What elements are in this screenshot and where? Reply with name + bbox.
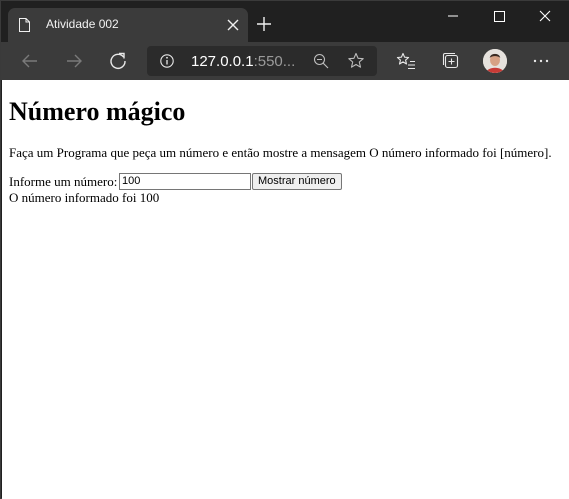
tab-atividade-002[interactable]: Atividade 002 xyxy=(8,8,248,42)
profile-photo-icon xyxy=(483,49,507,73)
browser-window: Atividade 002 127.0.0.1:550... Número má… xyxy=(0,0,569,499)
more-icon[interactable] xyxy=(531,51,551,71)
page-title: Número mágico xyxy=(9,97,186,126)
arrow-left-icon[interactable] xyxy=(20,51,40,71)
zoom-out-icon[interactable] xyxy=(313,53,329,69)
address-bar[interactable]: 127.0.0.1:550... xyxy=(147,46,377,76)
favorites-icon[interactable] xyxy=(396,51,416,71)
url-port: :550... xyxy=(253,53,296,70)
show-number-button[interactable]: Mostrar número xyxy=(252,173,342,190)
page-description: Faça um Programa que peça um número e en… xyxy=(9,145,552,160)
tab-title: Atividade 002 xyxy=(46,17,119,31)
toolbar: 127.0.0.1:550... xyxy=(1,42,569,80)
minimize-icon[interactable] xyxy=(430,1,476,31)
refresh-icon[interactable] xyxy=(108,51,128,71)
number-label: Informe um número: xyxy=(9,174,118,189)
star-icon[interactable] xyxy=(347,52,365,70)
plus-icon[interactable] xyxy=(256,16,272,32)
arrow-right-icon[interactable] xyxy=(64,51,84,71)
close-icon[interactable] xyxy=(226,18,240,32)
url-host: 127.0.0.1 xyxy=(191,53,254,70)
info-icon[interactable] xyxy=(160,54,174,68)
url-text[interactable]: 127.0.0.1:550... xyxy=(191,53,295,70)
result-text: O número informado foi 100 xyxy=(9,190,160,205)
number-form: Informe um número: Mostrar número xyxy=(9,173,342,190)
number-input[interactable] xyxy=(119,173,251,190)
title-bar: Atividade 002 xyxy=(1,1,569,42)
window-close-icon[interactable] xyxy=(522,1,568,31)
page-content: Número mágico Faça um Programa que peça … xyxy=(2,80,569,499)
page-icon xyxy=(19,18,30,32)
collections-icon[interactable] xyxy=(441,51,461,71)
avatar[interactable] xyxy=(483,49,507,73)
maximize-icon[interactable] xyxy=(476,1,522,31)
